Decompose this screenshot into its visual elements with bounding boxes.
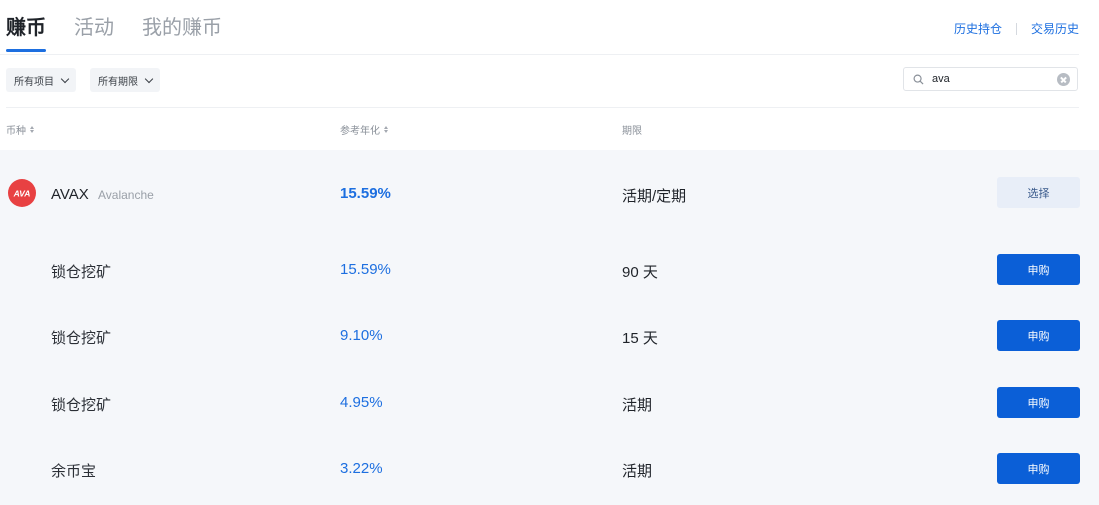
top-links: 历史持仓 交易历史 [954,20,1079,37]
header-coin-label: 币种 [6,126,26,137]
table-row: 锁仓挖矿 4.95% 活期 申购 [0,369,1099,436]
product-name: 锁仓挖矿 [51,264,112,281]
search-box[interactable] [903,67,1078,91]
svg-text:AVA: AVA [13,189,31,199]
sort-icon [384,126,388,133]
coin-rate: 15.59% [340,185,391,202]
table-row: 锁仓挖矿 15.59% 90 天 申购 [0,236,1099,303]
tab-activity[interactable]: 活动 [74,18,114,38]
sort-icon [30,126,34,133]
header-coin[interactable]: 币种 [6,122,34,137]
project-filter-label: 所有项目 [14,76,54,88]
filter-divider [6,107,1079,108]
term-filter-dropdown[interactable]: 所有期限 [90,68,160,92]
subscribe-button[interactable]: 申购 [997,320,1080,351]
product-rate: 15.59% [340,261,391,278]
search-icon [913,74,924,85]
subscribe-button[interactable]: 申购 [997,387,1080,418]
chevron-down-icon [60,74,70,83]
main-tabs: 赚币 活动 我的赚币 [6,0,250,54]
select-button[interactable]: 选择 [997,177,1080,208]
header-term-label: 期限 [622,126,642,137]
header-divider [0,54,1079,55]
subscribe-button[interactable]: 申购 [997,254,1080,285]
avalanche-logo-icon: AVA [8,179,36,207]
coin-symbol: AVAX [51,186,89,203]
table-row: 锁仓挖矿 9.10% 15 天 申购 [0,302,1099,369]
header-rate[interactable]: 参考年化 [340,122,388,137]
coin-row: AVA AVAX Avalanche 15.59% 活期/定期 选择 [0,150,1099,217]
filter-bar: 所有项目 所有期限 [6,68,174,92]
subscribe-button[interactable]: 申购 [997,453,1080,484]
product-rate: 3.22% [340,460,383,477]
product-term: 15 天 [622,330,658,347]
history-holdings-link[interactable]: 历史持仓 [954,20,1002,37]
product-term: 90 天 [622,264,658,281]
table-row: 余币宝 3.22% 活期 申购 [0,435,1099,502]
clear-icon[interactable] [1057,73,1070,86]
header-term: 期限 [622,122,642,137]
project-filter-dropdown[interactable]: 所有项目 [6,68,76,92]
tab-my-earn[interactable]: 我的赚币 [142,18,222,38]
link-divider [1015,22,1017,35]
search-input[interactable] [930,72,1049,86]
header-rate-label: 参考年化 [340,126,380,137]
tab-earn[interactable]: 赚币 [6,18,46,52]
product-rate: 4.95% [340,394,383,411]
chevron-down-icon [144,74,154,83]
coin-term: 活期/定期 [622,188,687,205]
product-table: AVA AVAX Avalanche 15.59% 活期/定期 选择 锁仓挖矿 … [0,150,1099,505]
product-term: 活期 [622,463,653,480]
trade-history-link[interactable]: 交易历史 [1031,20,1079,37]
product-name: 余币宝 [51,463,97,480]
product-term: 活期 [622,397,653,414]
coin-name: Avalanche [98,188,154,202]
product-name: 锁仓挖矿 [51,330,112,347]
term-filter-label: 所有期限 [98,76,138,88]
product-rate: 9.10% [340,327,383,344]
product-name: 锁仓挖矿 [51,397,112,414]
